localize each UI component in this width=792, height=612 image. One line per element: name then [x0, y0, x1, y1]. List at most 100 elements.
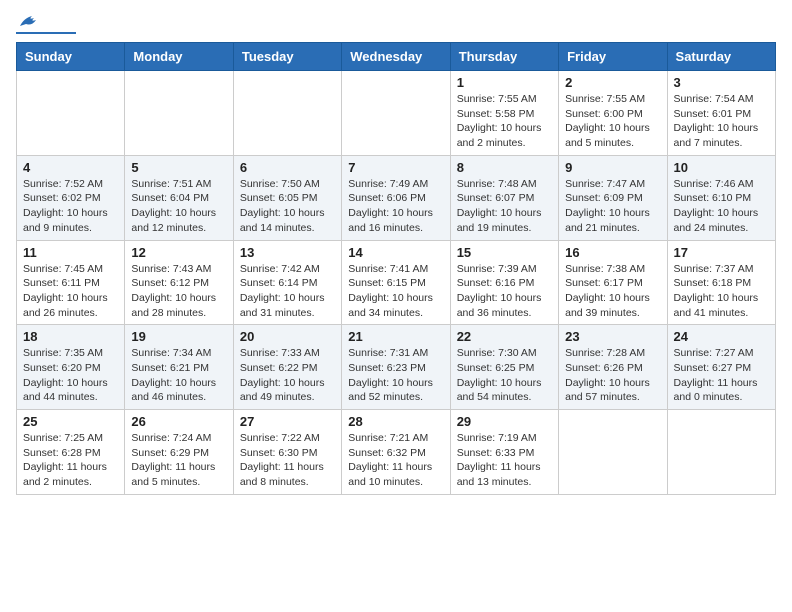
day-number: 24 — [674, 329, 769, 344]
day-number: 17 — [674, 245, 769, 260]
calendar-cell: 1 Sunrise: 7:55 AM Sunset: 5:58 PM Daylig… — [450, 71, 558, 156]
day-number: 15 — [457, 245, 552, 260]
calendar-cell: 28 Sunrise: 7:21 AM Sunset: 6:32 PM Dayli… — [342, 410, 450, 495]
calendar-cell — [233, 71, 341, 156]
day-number: 18 — [23, 329, 118, 344]
calendar-cell: 7 Sunrise: 7:49 AM Sunset: 6:06 PM Daylig… — [342, 155, 450, 240]
day-info: Sunrise: 7:47 AM Sunset: 6:09 PM Dayligh… — [565, 177, 660, 236]
day-number: 6 — [240, 160, 335, 175]
day-info: Sunrise: 7:41 AM Sunset: 6:15 PM Dayligh… — [348, 262, 443, 321]
col-header-tuesday: Tuesday — [233, 43, 341, 71]
calendar-cell: 11 Sunrise: 7:45 AM Sunset: 6:11 PM Dayli… — [17, 240, 125, 325]
day-info: Sunrise: 7:39 AM Sunset: 6:16 PM Dayligh… — [457, 262, 552, 321]
calendar-cell: 18Sunrise: 7:35 AM Sunset: 6:20 PM Dayli… — [17, 325, 125, 410]
col-header-sunday: Sunday — [17, 43, 125, 71]
day-info: Sunrise: 7:31 AM Sunset: 6:23 PM Dayligh… — [348, 346, 443, 405]
day-info: Sunrise: 7:42 AM Sunset: 6:14 PM Dayligh… — [240, 262, 335, 321]
day-info: Sunrise: 7:19 AM Sunset: 6:33 PM Dayligh… — [457, 431, 552, 490]
day-number: 28 — [348, 414, 443, 429]
day-info: Sunrise: 7:38 AM Sunset: 6:17 PM Dayligh… — [565, 262, 660, 321]
calendar-cell: 20 Sunrise: 7:33 AM Sunset: 6:22 PM Dayli… — [233, 325, 341, 410]
day-number: 21 — [348, 329, 443, 344]
day-info: Sunrise: 7:33 AM Sunset: 6:22 PM Dayligh… — [240, 346, 335, 405]
day-info: Sunrise: 7:30 AM Sunset: 6:25 PM Dayligh… — [457, 346, 552, 405]
calendar-cell: 23 Sunrise: 7:28 AM Sunset: 6:26 PM Dayli… — [559, 325, 667, 410]
calendar-week-1: 1 Sunrise: 7:55 AM Sunset: 5:58 PM Daylig… — [17, 71, 776, 156]
calendar-week-2: 4Sunrise: 7:52 AM Sunset: 6:02 PM Daylig… — [17, 155, 776, 240]
day-info: Sunrise: 7:45 AM Sunset: 6:11 PM Dayligh… — [23, 262, 118, 321]
day-number: 25 — [23, 414, 118, 429]
day-number: 7 — [348, 160, 443, 175]
day-info: Sunrise: 7:34 AM Sunset: 6:21 PM Dayligh… — [131, 346, 226, 405]
day-number: 19 — [131, 329, 226, 344]
calendar-cell — [667, 410, 775, 495]
calendar-cell: 29 Sunrise: 7:19 AM Sunset: 6:33 PM Dayli… — [450, 410, 558, 495]
calendar-cell: 24 Sunrise: 7:27 AM Sunset: 6:27 PM Dayli… — [667, 325, 775, 410]
day-number: 26 — [131, 414, 226, 429]
calendar-cell: 5Sunrise: 7:51 AM Sunset: 6:04 PM Daylig… — [125, 155, 233, 240]
calendar-cell — [559, 410, 667, 495]
day-info: Sunrise: 7:49 AM Sunset: 6:06 PM Dayligh… — [348, 177, 443, 236]
col-header-saturday: Saturday — [667, 43, 775, 71]
calendar-cell: 9 Sunrise: 7:47 AM Sunset: 6:09 PM Daylig… — [559, 155, 667, 240]
calendar-cell: 26Sunrise: 7:24 AM Sunset: 6:29 PM Dayli… — [125, 410, 233, 495]
calendar-cell: 16 Sunrise: 7:38 AM Sunset: 6:17 PM Dayli… — [559, 240, 667, 325]
day-number: 14 — [348, 245, 443, 260]
day-info: Sunrise: 7:55 AM Sunset: 6:00 PM Dayligh… — [565, 92, 660, 151]
day-info: Sunrise: 7:28 AM Sunset: 6:26 PM Dayligh… — [565, 346, 660, 405]
day-number: 13 — [240, 245, 335, 260]
day-number: 23 — [565, 329, 660, 344]
calendar-cell: 25 Sunrise: 7:25 AM Sunset: 6:28 PM Dayli… — [17, 410, 125, 495]
calendar-cell: 15 Sunrise: 7:39 AM Sunset: 6:16 PM Dayli… — [450, 240, 558, 325]
day-info: Sunrise: 7:37 AM Sunset: 6:18 PM Dayligh… — [674, 262, 769, 321]
day-number: 1 — [457, 75, 552, 90]
day-number: 11 — [23, 245, 118, 260]
calendar-week-5: 25 Sunrise: 7:25 AM Sunset: 6:28 PM Dayli… — [17, 410, 776, 495]
calendar-cell: 2 Sunrise: 7:55 AM Sunset: 6:00 PM Daylig… — [559, 71, 667, 156]
day-number: 3 — [674, 75, 769, 90]
calendar-table: SundayMondayTuesdayWednesdayThursdayFrid… — [16, 42, 776, 495]
day-number: 16 — [565, 245, 660, 260]
day-info: Sunrise: 7:54 AM Sunset: 6:01 PM Dayligh… — [674, 92, 769, 151]
calendar-cell: 13 Sunrise: 7:42 AM Sunset: 6:14 PM Dayli… — [233, 240, 341, 325]
calendar-cell — [17, 71, 125, 156]
calendar-cell: 12 Sunrise: 7:43 AM Sunset: 6:12 PM Dayli… — [125, 240, 233, 325]
day-info: Sunrise: 7:22 AM Sunset: 6:30 PM Dayligh… — [240, 431, 335, 490]
day-info: Sunrise: 7:52 AM Sunset: 6:02 PM Dayligh… — [23, 177, 118, 236]
day-info: Sunrise: 7:27 AM Sunset: 6:27 PM Dayligh… — [674, 346, 769, 405]
calendar-cell — [342, 71, 450, 156]
calendar-week-3: 11 Sunrise: 7:45 AM Sunset: 6:11 PM Dayli… — [17, 240, 776, 325]
logo — [16, 16, 76, 34]
col-header-wednesday: Wednesday — [342, 43, 450, 71]
calendar-cell: 14 Sunrise: 7:41 AM Sunset: 6:15 PM Dayli… — [342, 240, 450, 325]
day-info: Sunrise: 7:21 AM Sunset: 6:32 PM Dayligh… — [348, 431, 443, 490]
calendar-cell: 22 Sunrise: 7:30 AM Sunset: 6:25 PM Dayli… — [450, 325, 558, 410]
day-info: Sunrise: 7:55 AM Sunset: 5:58 PM Dayligh… — [457, 92, 552, 151]
day-info: Sunrise: 7:43 AM Sunset: 6:12 PM Dayligh… — [131, 262, 226, 321]
day-info: Sunrise: 7:50 AM Sunset: 6:05 PM Dayligh… — [240, 177, 335, 236]
day-number: 2 — [565, 75, 660, 90]
calendar-cell: 10 Sunrise: 7:46 AM Sunset: 6:10 PM Dayli… — [667, 155, 775, 240]
day-number: 20 — [240, 329, 335, 344]
day-info: Sunrise: 7:46 AM Sunset: 6:10 PM Dayligh… — [674, 177, 769, 236]
calendar-cell: 6 Sunrise: 7:50 AM Sunset: 6:05 PM Daylig… — [233, 155, 341, 240]
calendar-cell: 17 Sunrise: 7:37 AM Sunset: 6:18 PM Dayli… — [667, 240, 775, 325]
day-number: 12 — [131, 245, 226, 260]
day-number: 10 — [674, 160, 769, 175]
col-header-monday: Monday — [125, 43, 233, 71]
calendar-cell: 3 Sunrise: 7:54 AM Sunset: 6:01 PM Daylig… — [667, 71, 775, 156]
page-header — [16, 16, 776, 34]
day-number: 29 — [457, 414, 552, 429]
day-info: Sunrise: 7:51 AM Sunset: 6:04 PM Dayligh… — [131, 177, 226, 236]
col-header-thursday: Thursday — [450, 43, 558, 71]
day-number: 22 — [457, 329, 552, 344]
calendar-cell — [125, 71, 233, 156]
day-number: 27 — [240, 414, 335, 429]
day-info: Sunrise: 7:25 AM Sunset: 6:28 PM Dayligh… — [23, 431, 118, 490]
logo-underline — [16, 32, 76, 34]
calendar-cell: 19 Sunrise: 7:34 AM Sunset: 6:21 PM Dayli… — [125, 325, 233, 410]
calendar-cell: 27 Sunrise: 7:22 AM Sunset: 6:30 PM Dayli… — [233, 410, 341, 495]
day-number: 9 — [565, 160, 660, 175]
col-header-friday: Friday — [559, 43, 667, 71]
logo-bird-icon — [18, 12, 40, 30]
